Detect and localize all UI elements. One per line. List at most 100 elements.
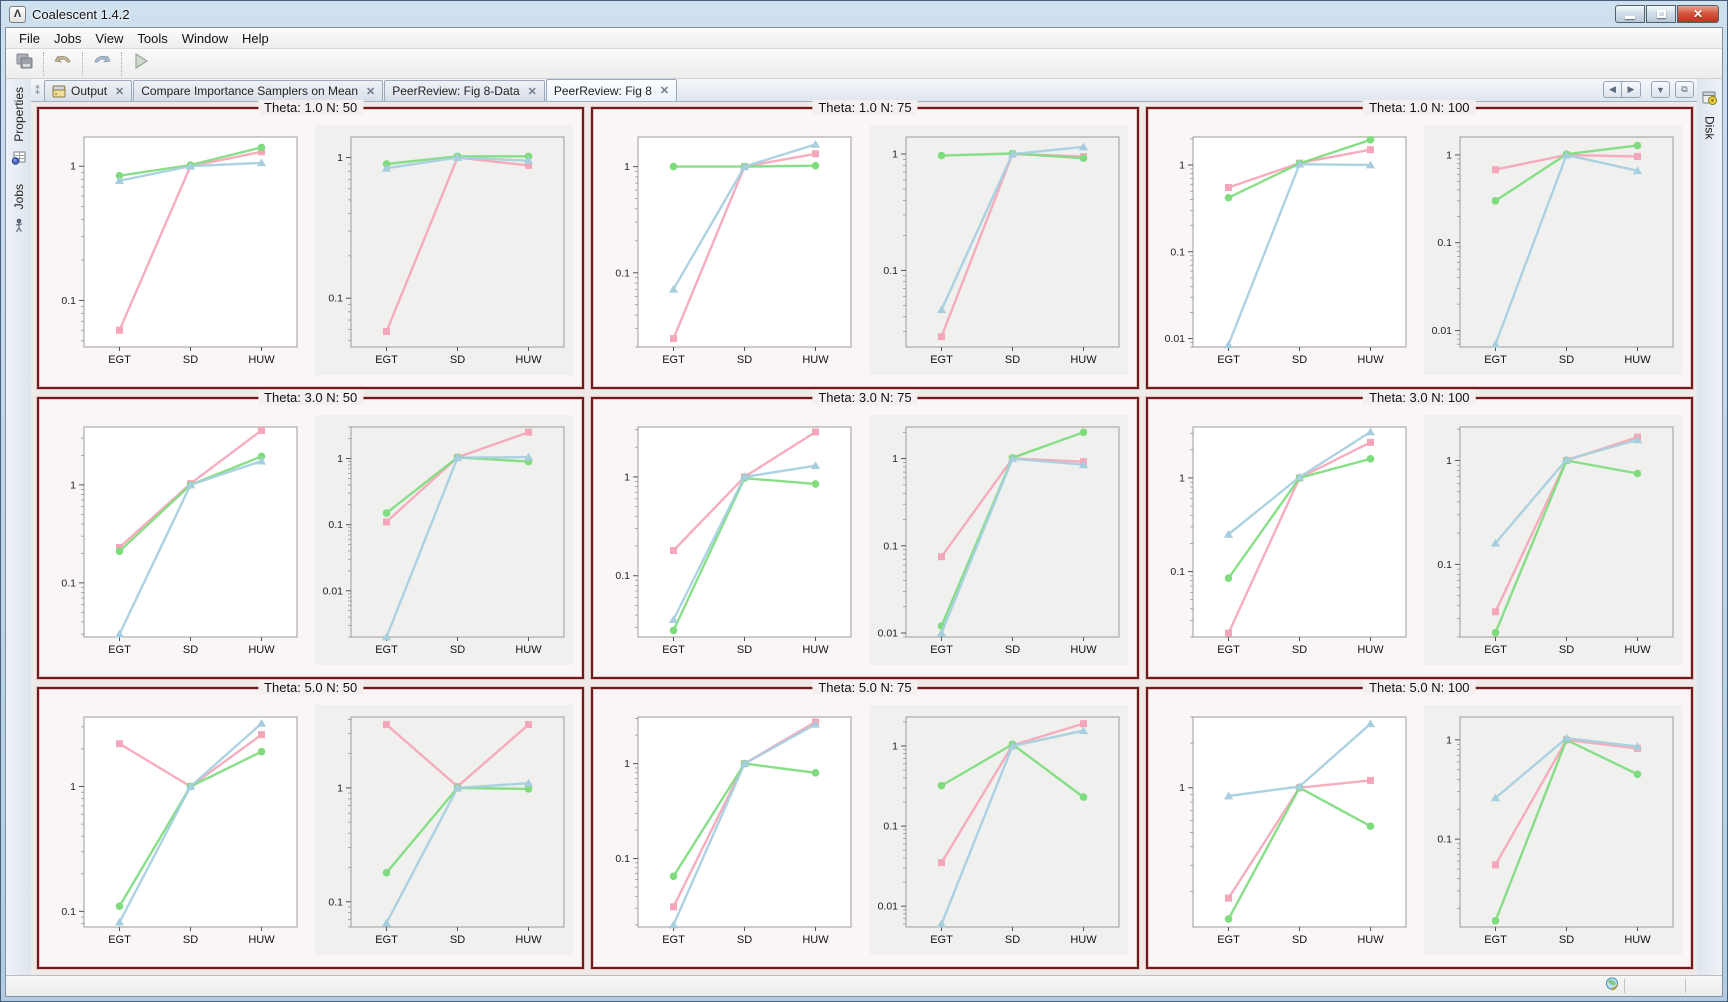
tab-close-icon[interactable]: ✕ [660,84,669,97]
panel-title: Theta: 3.0 N: 100 [1363,390,1476,405]
sidebar-item-label: Jobs [11,183,26,210]
tab-list-dropdown-icon[interactable]: ▼ [1651,81,1670,98]
svg-text:EGT: EGT [1217,644,1240,656]
menu-tools[interactable]: Tools [130,29,174,48]
run-icon [132,51,150,76]
line-chart: 1 0.1 EGT SD HUW [315,125,574,375]
maximize-icon [1656,10,1666,18]
run-button[interactable] [127,51,155,77]
tab-close-icon[interactable]: ✕ [366,85,375,98]
svg-text:HUW: HUW [1070,644,1097,656]
title-bar[interactable]: Λ Coalescent 1.4.2 ✕ [5,1,1723,27]
chart-panel-theta-5-0-n-75: Theta: 5.0 N: 75 1 0.1 EGT SD HUW 1 0.1 0.01 EGT S… [591,680,1139,969]
redo-button[interactable] [88,51,116,77]
sidebar-item-jobs[interactable]: Jobs [12,184,26,238]
toolbar [6,49,1722,79]
svg-text:EGT: EGT [930,644,953,656]
menu-view[interactable]: View [88,29,130,48]
svg-text:1: 1 [1446,734,1452,746]
tab-label: PeerReview: Fig 8-Data [392,84,520,98]
svg-text:EGT: EGT [108,644,131,656]
statusbar-separator [1624,979,1625,993]
tab-close-icon[interactable]: ✕ [115,85,124,98]
window-list-icon[interactable]: ⁑ [35,86,40,97]
tab-strip: Output ✕ Compare Importance Samplers on Me… [44,79,678,101]
close-button[interactable]: ✕ [1677,5,1719,23]
menubar: File Jobs View Tools Window Help [6,28,1722,49]
redo-icon [91,51,113,76]
svg-text:HUW: HUW [1357,354,1384,366]
svg-text:SD: SD [737,934,752,946]
sidebar-item-disk[interactable]: Disk [1702,87,1718,139]
svg-text:HUW: HUW [248,644,275,656]
svg-text:0.1: 0.1 [62,906,77,918]
menu-file[interactable]: File [12,29,47,48]
svg-text:HUW: HUW [1624,934,1651,946]
tab-close-icon[interactable]: ✕ [528,85,537,98]
statusbar-separator [1685,979,1686,993]
svg-text:1: 1 [892,453,898,465]
jobs-icon [12,218,26,238]
tab-peerreview-fig-8-data[interactable]: PeerReview: Fig 8-Data ✕ [384,80,545,101]
center-column: ⁑ Output ✕ Compare Importance Samplers on … [31,79,1697,975]
menu-window[interactable]: Window [175,29,235,48]
svg-text:1: 1 [337,152,343,164]
undo-button[interactable] [49,51,77,77]
svg-text:1: 1 [337,782,343,794]
scroll-right-icon[interactable]: ▶ [1622,81,1641,98]
panel-title: Theta: 5.0 N: 50 [258,680,364,695]
minimize-button[interactable] [1615,5,1645,23]
chart-panel-theta-1-0-n-100: Theta: 1.0 N: 100 1 0.1 0.01 EGT SD HUW 1 0.1 0.0… [1145,100,1693,389]
svg-text:HUW: HUW [248,934,275,946]
panel-title: Theta: 1.0 N: 75 [812,100,918,115]
svg-text:HUW: HUW [516,934,543,946]
copy-button[interactable] [10,51,38,77]
svg-text:HUW: HUW [803,354,830,366]
tab-compare-importance-samplers-on-mean[interactable]: Compare Importance Samplers on Mean ✕ [133,80,384,101]
svg-text:0.1: 0.1 [883,821,898,833]
svg-text:SD: SD [737,644,752,656]
svg-text:SD: SD [737,354,752,366]
sidebar-item-properties[interactable]: Properties [11,87,26,170]
menu-help[interactable]: Help [235,29,276,48]
svg-text:SD: SD [450,644,465,656]
svg-text:EGT: EGT [1484,644,1507,656]
svg-text:SD: SD [450,354,465,366]
chart-panel-theta-5-0-n-100: Theta: 5.0 N: 100 1 EGT SD HUW 1 0.1 EGT SD HUW [1145,680,1693,969]
svg-text:HUW: HUW [516,354,543,366]
svg-text:0.1: 0.1 [1437,559,1452,571]
line-chart: 1 0.1 0.01 EGT SD HUW [869,415,1128,665]
svg-text:0.1: 0.1 [329,293,344,305]
panel-title: Theta: 5.0 N: 75 [812,680,918,695]
maximize-button[interactable] [1646,5,1676,23]
panel-title: Theta: 1.0 N: 100 [1363,100,1476,115]
chart-panel-theta-3-0-n-75: Theta: 3.0 N: 75 1 0.1 EGT SD HUW 1 0.1 0.01 EGT S… [591,390,1139,679]
properties-icon [11,151,26,170]
chart-panel-theta-1-0-n-75: Theta: 1.0 N: 75 1 0.1 EGT SD HUW 1 0.1 EGT SD HUW [591,100,1139,389]
sidebar-item-label: Disk [1702,116,1717,140]
svg-text:1: 1 [625,161,631,173]
workspace: Properties Jobs ⁑ Output ✕ Compare Importan… [6,79,1722,975]
maximize-view-icon[interactable]: ⧉ [1675,81,1694,98]
svg-text:HUW: HUW [1624,644,1651,656]
panel-grid: Theta: 1.0 N: 50 1 0.1 EGT SD HUW 1 0.1 EGT SD HUW… [31,100,1697,975]
svg-text:EGT: EGT [108,934,131,946]
svg-text:0.1: 0.1 [329,896,344,908]
scroll-left-icon[interactable]: ◀ [1603,81,1622,98]
tab-label: Output [71,84,108,98]
svg-text:EGT: EGT [108,354,131,366]
line-chart: 1 0.1 0.01 EGT SD HUW [1423,125,1682,375]
svg-text:0.1: 0.1 [616,570,631,582]
svg-text:SD: SD [1004,934,1019,946]
svg-text:SD: SD [183,354,198,366]
undo-icon [52,51,74,76]
menu-jobs[interactable]: Jobs [47,29,88,48]
tab-label: Compare Importance Samplers on Mean [141,84,359,98]
output-window-icon [52,85,66,98]
line-chart: 1 0.1 EGT SD HUW [616,426,852,656]
line-chart: 1 0.1 0.01 EGT SD HUW [869,705,1128,955]
copy-icon [14,51,34,76]
svg-text:SD: SD [1559,934,1574,946]
tab-peerreview-fig-8[interactable]: PeerReview: Fig 8 ✕ [545,79,678,101]
tab-output[interactable]: Output ✕ [44,80,133,101]
